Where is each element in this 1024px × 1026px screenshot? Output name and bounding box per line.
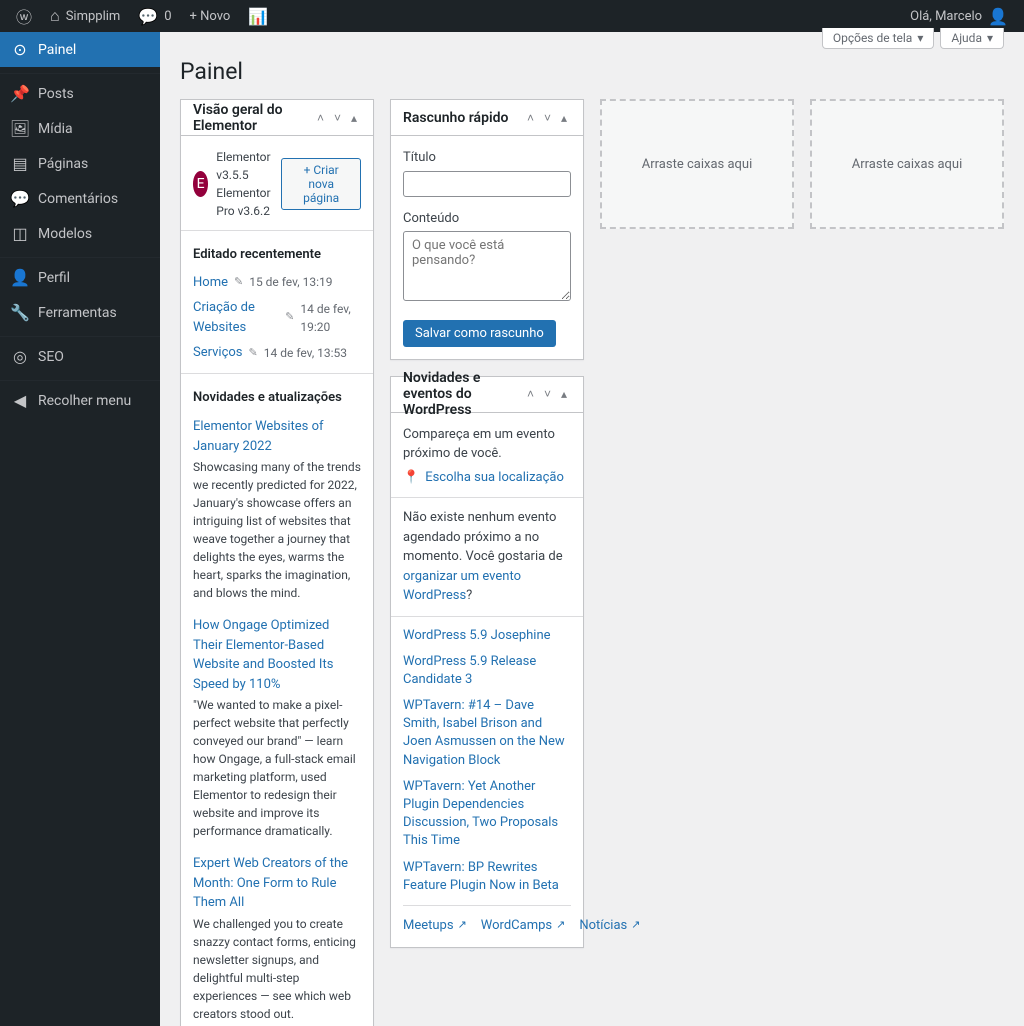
meetups-link[interactable]: Meetups↗	[403, 916, 467, 936]
site-name[interactable]: ⌂Simpplim	[42, 0, 128, 32]
comments-link[interactable]: 💬0	[130, 0, 179, 32]
elementor-logo-icon: E	[193, 171, 208, 197]
quick-draft-box: Rascunho rápido ˄ ˅ ▴ Título Conteúdo Sa…	[390, 99, 584, 360]
collapse-menu[interactable]: ◀Recolher menu	[0, 383, 160, 418]
avatar-icon: 👤	[988, 7, 1008, 26]
page-title: Painel	[180, 49, 1004, 89]
box-title: Visão geral do Elementor	[193, 102, 313, 134]
menu-dashboard[interactable]: ⊙Painel	[0, 32, 160, 67]
pencil-icon[interactable]: ✎	[249, 345, 258, 362]
menu-comments[interactable]: 💬Comentários	[0, 181, 160, 216]
news-item: How Ongage Optimized Their Elementor-Bas…	[193, 616, 361, 840]
save-draft-button[interactable]: Salvar como rascunho	[403, 320, 556, 347]
attend-text: Compareça em um evento próximo de você.	[403, 425, 571, 464]
recent-link[interactable]: Home	[193, 273, 228, 293]
user-icon: 👤	[10, 268, 30, 287]
wp-news-link[interactable]: WPTavern: BP Rewrites Feature Plugin Now…	[403, 859, 571, 895]
wp-logo[interactable]: ⓦ	[8, 0, 40, 32]
create-page-button[interactable]: + Criar nova página	[281, 158, 361, 210]
move-down-icon[interactable]: ˅	[330, 111, 345, 125]
wordcamps-link[interactable]: WordCamps↗	[481, 916, 566, 936]
comment-icon: 💬	[138, 7, 158, 26]
news-footer-links: Meetups↗ WordCamps↗ Notícias↗	[403, 905, 571, 936]
recent-item: Criação de Websites✎14 de fev, 19:20	[193, 298, 361, 337]
external-icon: ↗	[458, 917, 467, 934]
menu-pages[interactable]: ▤Páginas	[0, 146, 160, 181]
content-label: Conteúdo	[403, 209, 571, 229]
toggle-icon[interactable]: ▴	[557, 111, 571, 125]
chart-icon: 📊	[248, 7, 268, 26]
dashboard-icon: ⊙	[10, 40, 30, 59]
screen-options-tab[interactable]: Opções de tela▾	[822, 28, 935, 49]
menu-media[interactable]: 🖼Mídia	[0, 111, 160, 146]
move-up-icon[interactable]: ˄	[523, 387, 538, 401]
recent-link[interactable]: Serviços	[193, 343, 243, 363]
chevron-down-icon: ▾	[987, 31, 993, 45]
move-up-icon[interactable]: ˄	[313, 111, 328, 125]
seo-icon: ◎	[10, 347, 30, 366]
home-icon: ⌂	[50, 6, 60, 26]
wp-news-link[interactable]: WordPress 5.9 Release Candidate 3	[403, 653, 571, 689]
wp-news-link[interactable]: WPTavern: Yet Another Plugin Dependencie…	[403, 778, 571, 851]
external-icon: ↗	[556, 917, 565, 934]
recent-link[interactable]: Criação de Websites	[193, 298, 279, 337]
box-title: Novidades e eventos do WordPress	[403, 370, 523, 418]
box-title: Rascunho rápido	[403, 110, 508, 126]
menu-templates[interactable]: ◫Modelos	[0, 216, 160, 251]
wp-news-link[interactable]: WordPress 5.9 Josephine	[403, 627, 571, 645]
news-item: Expert Web Creators of the Month: One Fo…	[193, 854, 361, 1023]
help-tab[interactable]: Ajuda▾	[940, 28, 1004, 49]
menu-profile[interactable]: 👤Perfil	[0, 260, 160, 295]
recent-item: Home✎15 de fev, 13:19	[193, 273, 361, 293]
wp-news-link[interactable]: WPTavern: #14 – Dave Smith, Isabel Briso…	[403, 697, 571, 770]
no-events-text: Não existe nenhum evento agendado próxim…	[403, 508, 571, 606]
location-icon: 📍	[403, 468, 419, 488]
select-location-link[interactable]: Escolha sua localização	[425, 468, 564, 488]
wordpress-icon: ⓦ	[16, 4, 32, 28]
dropzone[interactable]: Arraste caixas aqui	[810, 99, 1004, 229]
move-down-icon[interactable]: ˅	[540, 387, 555, 401]
menu-tools[interactable]: 🔧Ferramentas	[0, 295, 160, 330]
organize-event-link[interactable]: organizar um evento WordPress	[403, 569, 521, 604]
news-link[interactable]: Expert Web Creators of the Month: One Fo…	[193, 856, 348, 910]
move-up-icon[interactable]: ˄	[523, 111, 538, 125]
news-heading: Novidades e atualizações	[193, 388, 361, 408]
move-down-icon[interactable]: ˅	[540, 111, 555, 125]
pin-icon: 📌	[10, 84, 30, 103]
menu-posts[interactable]: 📌Posts	[0, 76, 160, 111]
news-link[interactable]: How Ongage Optimized Their Elementor-Bas…	[193, 618, 333, 692]
title-label: Título	[403, 148, 571, 168]
draft-content-textarea[interactable]	[403, 231, 571, 301]
news-item: Elementor Websites of January 2022Showca…	[193, 417, 361, 602]
admin-menu: ⊙Painel 📌Posts 🖼Mídia ▤Páginas 💬Comentár…	[0, 32, 160, 1026]
page-icon: ▤	[10, 154, 30, 173]
pencil-icon[interactable]: ✎	[285, 309, 294, 326]
elementor-overview-box: Visão geral do Elementor ˄ ˅ ▴ E Element…	[180, 99, 374, 1026]
toggle-icon[interactable]: ▴	[347, 111, 361, 125]
wordpress-news-box: Novidades e eventos do WordPress ˄ ˅ ▴ C…	[390, 376, 584, 949]
chevron-down-icon: ▾	[917, 31, 923, 45]
draft-title-input[interactable]	[403, 171, 571, 197]
media-icon: 🖼	[10, 119, 30, 138]
wrench-icon: 🔧	[10, 303, 30, 322]
templates-icon: ◫	[10, 224, 30, 243]
comments-icon: 💬	[10, 189, 30, 208]
pencil-icon[interactable]: ✎	[234, 274, 243, 291]
toggle-icon[interactable]: ▴	[557, 387, 571, 401]
menu-seo[interactable]: ◎SEO	[0, 339, 160, 374]
recent-item: Serviços✎14 de fev, 13:53	[193, 343, 361, 363]
dropzone[interactable]: Arraste caixas aqui	[600, 99, 794, 229]
collapse-icon: ◀	[10, 391, 30, 410]
recent-heading: Editado recentemente	[193, 245, 361, 265]
news-link[interactable]: Elementor Websites of January 2022	[193, 419, 324, 454]
